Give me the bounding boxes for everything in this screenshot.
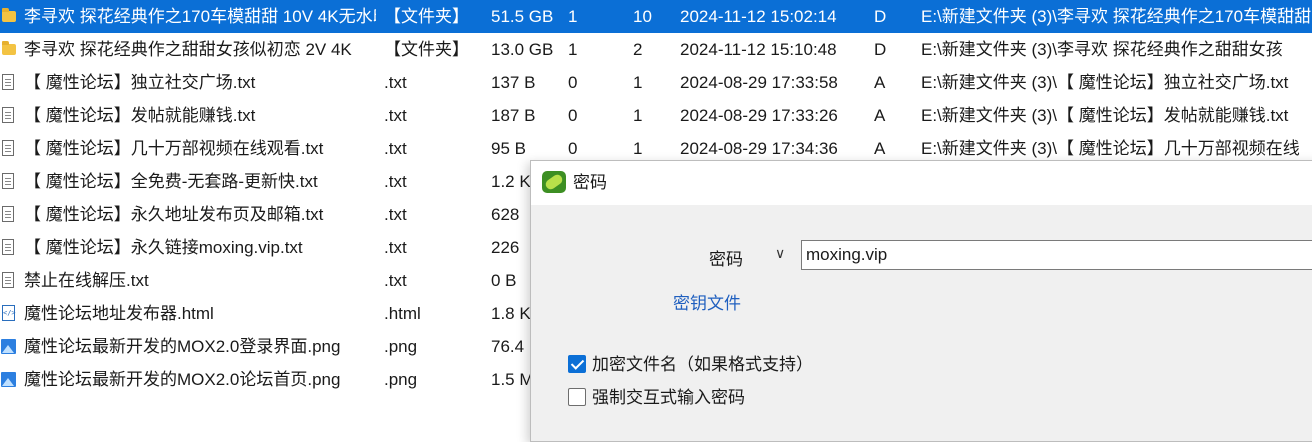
text-file-icon xyxy=(0,99,20,132)
text-file-icon xyxy=(0,264,20,297)
file-row[interactable]: 李寻欢 探花经典作之170车模甜甜 10V 4K无水印 【文件夹】 51.5 GB 1… xyxy=(0,0,1312,33)
file-name: 李寻欢 探花经典作之甜甜女孩似初恋 2V 4K xyxy=(24,40,352,59)
file-size: 13.0 GB xyxy=(491,40,554,59)
bandizip-logo-icon xyxy=(542,171,566,193)
chevron-down-icon[interactable]: ∨ xyxy=(775,245,785,262)
file-path: E:\新建文件夹 (3)\【 魔性论坛】独立社交广场.txt xyxy=(921,73,1289,92)
file-count-b: 1 xyxy=(633,106,643,125)
file-name: 李寻欢 探花经典作之170车模甜甜 10V 4K无水印 xyxy=(24,7,376,26)
text-file-icon xyxy=(0,198,20,231)
file-count-b: 10 xyxy=(633,7,652,26)
file-type: .png xyxy=(384,370,418,389)
file-type: .html xyxy=(384,304,421,323)
file-name: 禁止在线解压.txt xyxy=(24,271,149,290)
password-label: 密码 xyxy=(709,250,743,269)
folder-icon xyxy=(0,0,20,33)
file-type: 【文件夹】 xyxy=(384,40,469,59)
file-type: .txt xyxy=(384,73,407,92)
file-attr: D xyxy=(874,40,887,59)
file-name: 魔性论坛地址发布器.html xyxy=(24,304,214,323)
dialog-title: 密码 xyxy=(573,173,607,192)
file-row[interactable]: 李寻欢 探花经典作之甜甜女孩似初恋 2V 4K 【文件夹】 13.0 GB 1 2 202… xyxy=(0,33,1312,66)
text-file-icon xyxy=(0,66,20,99)
file-path: E:\新建文件夹 (3)\李寻欢 探花经典作之170车模甜甜 xyxy=(921,7,1312,26)
file-type: .txt xyxy=(384,139,407,158)
file-count-a: 0 xyxy=(568,73,578,92)
file-path: E:\新建文件夹 (3)\李寻欢 探花经典作之甜甜女孩 xyxy=(921,40,1283,59)
text-file-icon xyxy=(0,132,20,165)
file-name: 【 魔性论坛】独立社交广场.txt xyxy=(24,73,256,92)
password-input[interactable] xyxy=(801,240,1312,270)
file-size: 137 B xyxy=(491,73,536,92)
file-date: 2024-08-29 17:33:58 xyxy=(680,73,838,92)
file-type: .txt xyxy=(384,172,407,191)
file-row[interactable]: 【 魔性论坛】发帖就能赚钱.txt .txt 187 B 0 1 2024-08-29 1… xyxy=(0,99,1312,132)
force-interactive-label: 强制交互式输入密码 xyxy=(592,388,745,407)
file-type: 【文件夹】 xyxy=(384,7,469,26)
html-file-icon: </> xyxy=(0,297,20,330)
force-interactive-checkbox[interactable] xyxy=(568,388,586,406)
password-dialog: 密码 密码 ∨ 密钥文件 加密文件名（如果格式支持） 强制交互式输入密码 xyxy=(530,160,1312,442)
file-name: 【 魔性论坛】发帖就能赚钱.txt xyxy=(24,106,256,125)
text-file-icon xyxy=(0,231,20,264)
file-type: .txt xyxy=(384,238,407,257)
file-size: 51.5 GB xyxy=(491,7,554,26)
keyfile-link[interactable]: 密钥文件 xyxy=(673,289,741,314)
file-type: .txt xyxy=(384,271,407,290)
file-count-a: 1 xyxy=(568,40,578,59)
file-date: 2024-08-29 17:33:26 xyxy=(680,106,838,125)
file-name: 【 魔性论坛】几十万部视频在线观看.txt xyxy=(24,139,324,158)
file-name: 【 魔性论坛】永久链接moxing.vip.txt xyxy=(24,238,303,257)
file-type: .txt xyxy=(384,106,407,125)
file-name: 魔性论坛最新开发的MOX2.0论坛首页.png xyxy=(24,370,341,389)
image-file-icon xyxy=(0,330,20,363)
file-date: 2024-11-12 15:02:14 xyxy=(680,7,837,26)
file-attr: D xyxy=(874,7,887,26)
file-count-a: 0 xyxy=(568,106,578,125)
encrypt-filenames-label: 加密文件名（如果格式支持） xyxy=(592,355,813,374)
file-row[interactable]: 【 魔性论坛】独立社交广场.txt .txt 137 B 0 1 2024-08-29 1… xyxy=(0,66,1312,99)
folder-icon xyxy=(0,33,20,66)
encrypt-filenames-checkbox[interactable] xyxy=(568,355,586,373)
file-size: 187 B xyxy=(491,106,536,125)
image-file-icon xyxy=(0,363,20,396)
file-attr: A xyxy=(874,106,886,125)
file-name: 魔性论坛最新开发的MOX2.0登录界面.png xyxy=(24,337,341,356)
file-type: .png xyxy=(384,337,418,356)
dialog-titlebar[interactable]: 密码 xyxy=(531,161,1312,205)
text-file-icon xyxy=(0,165,20,198)
file-name: 【 魔性论坛】全免费-无套路-更新快.txt xyxy=(24,172,318,191)
file-date: 2024-11-12 15:10:48 xyxy=(680,40,837,59)
file-count-a: 1 xyxy=(568,7,578,26)
file-name: 【 魔性论坛】永久地址发布页及邮箱.txt xyxy=(24,205,324,224)
file-count-b: 2 xyxy=(633,40,643,59)
file-attr: A xyxy=(874,73,886,92)
file-count-b: 1 xyxy=(633,73,643,92)
file-path: E:\新建文件夹 (3)\【 魔性论坛】发帖就能赚钱.txt xyxy=(921,106,1289,125)
file-type: .txt xyxy=(384,205,407,224)
